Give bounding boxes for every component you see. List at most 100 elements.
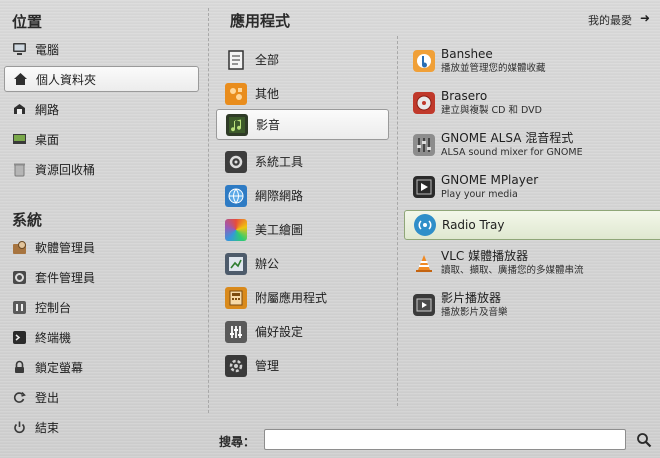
search-icon[interactable]: [636, 432, 652, 448]
place-label: 桌面: [35, 132, 60, 147]
search-input[interactable]: [264, 429, 626, 450]
category-label: 網際網路: [255, 189, 304, 203]
app-video-player[interactable]: 影片播放器 播放影片及音樂: [404, 288, 660, 322]
sys-label: 套件管理員: [35, 270, 96, 285]
category-label: 管理: [255, 359, 280, 373]
category-label: 其他: [255, 87, 280, 101]
network-icon: [12, 102, 27, 117]
place-desktop[interactable]: 桌面: [4, 126, 199, 152]
place-label: 個人資料夾: [36, 72, 97, 87]
sys-label: 登出: [35, 390, 60, 405]
app-brasero[interactable]: Brasero 建立與複製 CD 和 DVD: [404, 86, 660, 120]
computer-icon: [12, 42, 27, 57]
desktop-icon: [12, 132, 27, 147]
app-gnome-alsa-mixer[interactable]: GNOME ALSA 混音程式 ALSA sound mixer for GNO…: [404, 128, 660, 162]
trash-icon: [12, 162, 27, 177]
mplayer-icon: [413, 176, 435, 198]
category-label: 系統工具: [255, 155, 304, 169]
category-system-tools[interactable]: 系統工具: [216, 146, 389, 177]
app-name: Brasero: [441, 89, 488, 103]
sys-terminal[interactable]: 終端機: [4, 324, 199, 350]
lock-icon: [12, 360, 27, 375]
left-panel: 位置 電腦 個人資料夾 網路 桌面 資源回收桶 系統 軟體管理員 套件管理員 控…: [0, 0, 207, 458]
app-name: GNOME MPlayer: [441, 173, 539, 187]
sys-logout[interactable]: 登出: [4, 384, 199, 410]
applications-panel: 我的最愛 ➜ Banshee 播放並管理您的媒體收藏 Brasero 建立與複製…: [404, 0, 660, 420]
sys-label: 鎖定螢幕: [35, 360, 84, 375]
app-banshee[interactable]: Banshee 播放並管理您的媒體收藏: [404, 44, 660, 78]
search-label: 搜尋：: [219, 435, 256, 449]
category-sound-video[interactable]: 影音: [216, 109, 389, 140]
brasero-icon: [413, 92, 435, 114]
sys-label: 軟體管理員: [35, 240, 96, 255]
app-description: ALSA sound mixer for GNOME: [441, 147, 583, 158]
place-home[interactable]: 個人資料夾: [4, 66, 199, 92]
package-manager-icon: [12, 270, 27, 285]
category-internet[interactable]: 網際網路: [216, 180, 389, 211]
middle-divider: [397, 36, 398, 406]
administration-icon: [225, 354, 247, 377]
app-gnome-mplayer[interactable]: GNOME MPlayer Play your media: [404, 170, 660, 204]
sound-video-icon: [226, 113, 248, 136]
category-accessories[interactable]: 附屬應用程式: [216, 282, 389, 313]
category-office[interactable]: 辦公: [216, 248, 389, 279]
category-label: 偏好設定: [255, 325, 304, 339]
favorites-button[interactable]: 我的最愛: [588, 12, 632, 28]
category-administration[interactable]: 管理: [216, 350, 389, 381]
mint-menu: 位置 電腦 個人資料夾 網路 桌面 資源回收桶 系統 軟體管理員 套件管理員 控…: [0, 0, 660, 458]
control-center-icon: [12, 300, 27, 315]
category-label: 附屬應用程式: [255, 291, 328, 305]
sys-lock-screen[interactable]: 鎖定螢幕: [4, 354, 199, 380]
system-title: 系統: [12, 211, 43, 229]
arrow-right-icon[interactable]: ➜: [640, 11, 650, 25]
home-icon: [13, 72, 28, 87]
sys-software-manager[interactable]: 軟體管理員: [4, 234, 199, 260]
sys-label: 終端機: [35, 330, 72, 345]
banshee-icon: [413, 50, 435, 72]
other-apps-icon: [225, 82, 247, 105]
all-apps-icon: [225, 49, 247, 71]
place-label: 網路: [35, 102, 60, 117]
sys-package-manager[interactable]: 套件管理員: [4, 264, 199, 290]
app-description: Play your media: [441, 189, 518, 200]
place-label: 電腦: [35, 42, 60, 57]
category-label: 美工繪圖: [255, 223, 304, 237]
logout-icon: [12, 390, 27, 405]
accessories-icon: [225, 286, 247, 309]
sys-label: 結束: [35, 420, 60, 435]
app-name: VLC 媒體播放器: [441, 249, 529, 263]
graphics-icon: [225, 218, 247, 241]
place-label: 資源回收桶: [35, 162, 96, 177]
category-other[interactable]: 其他: [216, 78, 389, 109]
app-radio-tray[interactable]: Radio Tray: [404, 210, 660, 240]
category-label: 全部: [255, 53, 280, 67]
video-player-icon: [413, 294, 435, 316]
category-label: 辦公: [255, 257, 280, 271]
radio-tray-icon: [414, 214, 436, 236]
app-name: GNOME ALSA 混音程式: [441, 131, 574, 145]
place-computer[interactable]: 電腦: [4, 36, 199, 62]
category-all[interactable]: 全部: [216, 44, 389, 75]
place-trash[interactable]: 資源回收桶: [4, 156, 199, 182]
app-name: Radio Tray: [442, 217, 505, 232]
place-network[interactable]: 網路: [4, 96, 199, 122]
app-description: 播放影片及音樂: [441, 307, 508, 318]
category-preferences[interactable]: 偏好設定: [216, 316, 389, 347]
app-vlc[interactable]: VLC 媒體播放器 讀取、擷取、廣播您的多媒體串流: [404, 246, 660, 280]
internet-icon: [225, 184, 247, 207]
sys-label: 控制台: [35, 300, 72, 315]
app-description: 讀取、擷取、廣播您的多媒體串流: [441, 265, 584, 276]
vlc-cone-icon: [413, 252, 435, 274]
app-description: 播放並管理您的媒體收藏: [441, 63, 546, 74]
software-manager-icon: [12, 240, 27, 255]
sys-shutdown[interactable]: 結束: [4, 414, 199, 440]
left-divider: [208, 8, 209, 413]
office-icon: [225, 252, 247, 275]
categories-panel: 應用程式 全部 其他 影音 系統工具 網際網路 美工繪圖 辦公 附屬應用程式 偏…: [215, 0, 395, 420]
sys-control-center[interactable]: 控制台: [4, 294, 199, 320]
places-title: 位置: [12, 13, 43, 31]
power-icon: [12, 420, 27, 435]
category-graphics[interactable]: 美工繪圖: [216, 214, 389, 245]
app-description: 建立與複製 CD 和 DVD: [441, 105, 542, 116]
app-name: 影片播放器: [441, 291, 502, 305]
